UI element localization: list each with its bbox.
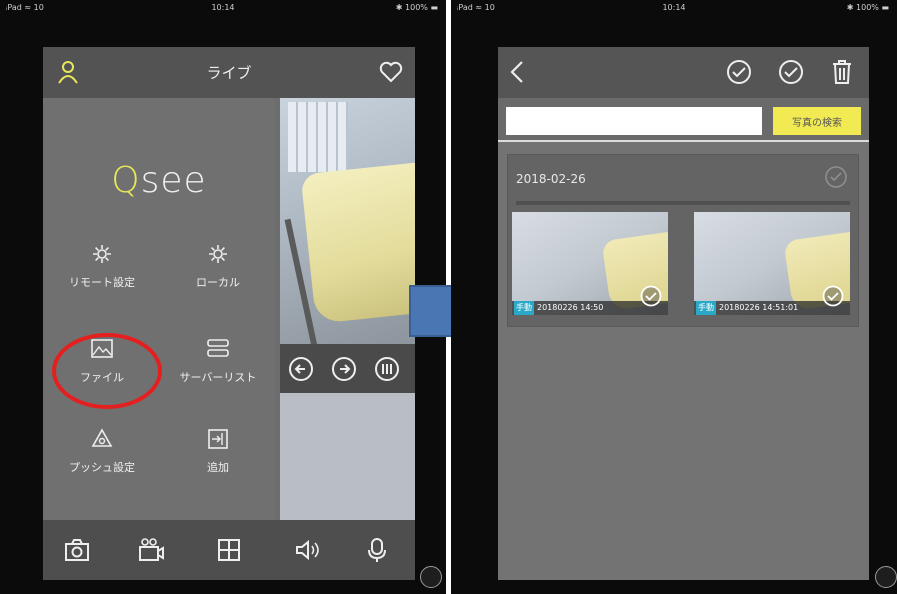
file-header: [498, 47, 869, 98]
record-icon[interactable]: [137, 536, 165, 568]
menu-label: プッシュ設定: [69, 461, 135, 474]
divider: [516, 201, 850, 205]
menu-add[interactable]: 追加: [163, 428, 273, 475]
snapshot-icon[interactable]: [63, 536, 91, 568]
check-circle-icon[interactable]: [640, 285, 662, 311]
date-group: 2018-02-26 手動 20180226 14:50 手動 20180226 1…: [507, 154, 859, 327]
gear-icon: [163, 243, 273, 268]
menu-server-list[interactable]: サーバーリスト: [163, 338, 273, 385]
push-gear-icon: [47, 428, 157, 453]
menu-push-settings[interactable]: プッシュ設定: [47, 428, 157, 475]
live-video-view[interactable]: [280, 98, 415, 344]
live-toolbar: [43, 520, 415, 580]
gear-icon: [47, 243, 157, 268]
menu-label: 追加: [207, 461, 229, 474]
page-title: ライブ: [206, 64, 252, 82]
layout-grid-icon[interactable]: [215, 536, 243, 568]
file-screen: 写真の検索 2018-02-26 手動 20180226 14:50 手動 2018…: [498, 47, 869, 580]
status-bar: ᵢPad ≈ 10 10:14 ✱ 100% ▬: [0, 0, 446, 16]
thumbnail-tag: 手動: [514, 301, 534, 315]
thumbnail-time: 20180226 14:51:01: [719, 303, 799, 312]
side-menu: Qsee リモート設定 ローカル ファイル サーバーリスト プッシュ設定 追加: [43, 98, 275, 520]
thumbnail-tag: 手動: [696, 301, 716, 315]
talk-icon[interactable]: [363, 536, 391, 568]
status-time: 10:14: [662, 3, 686, 12]
heart-icon[interactable]: [379, 61, 403, 87]
empty-video-slot[interactable]: [280, 393, 415, 520]
menu-local[interactable]: ローカル: [163, 243, 273, 290]
arrow-right-circle-icon[interactable]: [331, 356, 357, 386]
status-time: 10:14: [211, 3, 235, 12]
speaker-icon[interactable]: [293, 536, 321, 568]
live-screen: ライブ Qsee リモート設定 ローカル ファイル サーバーリスト プッシュ設定…: [43, 47, 415, 580]
right-device-frame: ᵢPad ≈ 10 10:14 ✱ 100% ▬ 写真の検索 2018-02-2…: [451, 0, 897, 594]
search-input[interactable]: [506, 107, 762, 135]
search-bar: 写真の検索: [498, 98, 869, 142]
highlight-circle: [52, 333, 162, 409]
check-circle-icon[interactable]: [822, 285, 844, 311]
check-circle-icon[interactable]: [824, 165, 848, 193]
status-bar: ᵢPad ≈ 10 10:14 ✱ 100% ▬: [451, 0, 897, 16]
thumbnail-time: 20180226 14:50: [537, 303, 604, 312]
menu-remote-settings[interactable]: リモート設定: [47, 243, 157, 290]
assistive-touch-button[interactable]: [420, 566, 442, 588]
menu-label: サーバーリスト: [179, 371, 257, 384]
status-battery: ✱ 100% ▬: [846, 3, 889, 12]
qsee-logo: Qsee: [111, 160, 207, 201]
left-device-frame: ᵢPad ≈ 10 10:14 ✱ 100% ▬ ライブ Qsee リモート設定…: [0, 0, 446, 594]
grid-circle-icon[interactable]: [374, 356, 400, 386]
assistive-touch-button[interactable]: [875, 566, 897, 588]
date-header: 2018-02-26: [516, 172, 586, 186]
server-list-icon: [163, 338, 273, 363]
thumbnail-item[interactable]: 手動 20180226 14:50: [512, 212, 668, 315]
select-icon[interactable]: [726, 59, 752, 89]
add-device-icon: [163, 428, 273, 453]
menu-label: ローカル: [196, 276, 240, 289]
menu-label: リモート設定: [69, 276, 135, 289]
status-battery: ✱ 100% ▬: [395, 3, 438, 12]
arrow-left-circle-icon[interactable]: [288, 356, 314, 386]
trash-icon[interactable]: [830, 59, 854, 89]
select-all-icon[interactable]: [778, 59, 804, 89]
back-icon[interactable]: [508, 59, 526, 89]
thumbnail-item[interactable]: 手動 20180226 14:51:01: [694, 212, 850, 315]
search-button[interactable]: 写真の検索: [773, 107, 861, 135]
live-header: ライブ: [43, 47, 415, 98]
ptz-control-bar: [280, 344, 415, 393]
